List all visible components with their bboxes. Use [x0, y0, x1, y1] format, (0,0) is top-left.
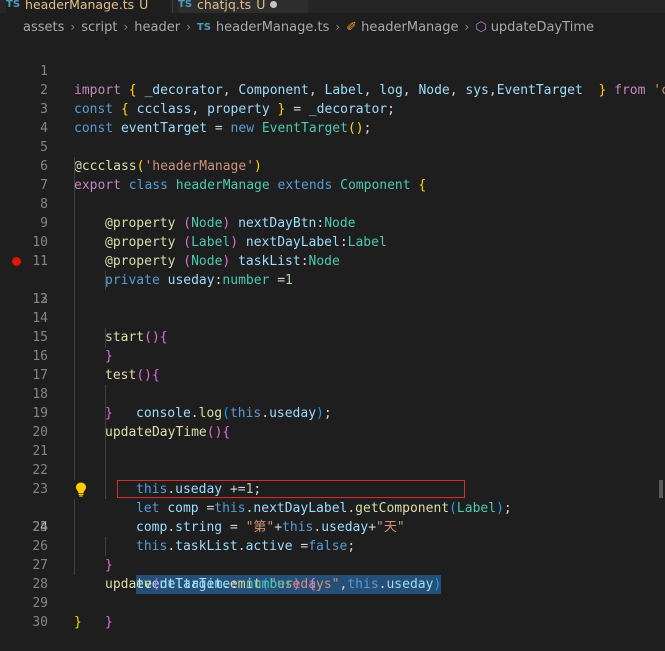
code-line[interactable]: 29 }: [0, 575, 665, 630]
indent-guide: [74, 366, 75, 385]
code-line[interactable]: 9 @property (Node) taskList:Node: [0, 195, 665, 269]
code-line[interactable]: 23 this.taskList.active =false;: [0, 461, 665, 554]
code-line[interactable]: 26 update(deltaTime: number) {: [0, 518, 665, 592]
indent-guide: [74, 290, 75, 309]
indent-guide: [105, 328, 106, 347]
breadcrumb-item-script[interactable]: script: [81, 20, 117, 35]
editor-tab-bar: TS headerManage.ts U TS chatjq.ts U: [0, 0, 665, 13]
chevron-right-icon: ›: [70, 20, 76, 34]
code-line[interactable]: 7 @property (Node) nextDayBtn:Node: [0, 157, 665, 231]
code-line[interactable]: 21 let comp =this.nextDayLabel.getCompon…: [0, 423, 665, 516]
chevron-right-icon: ›: [335, 20, 341, 34]
breakpoint-icon[interactable]: [12, 257, 21, 266]
indent-guide: [74, 252, 75, 271]
method-icon: ⬡: [475, 19, 487, 35]
code-line[interactable]: 1 import { _decorator, Component, Label,…: [0, 43, 665, 98]
indent-guide: [105, 480, 106, 499]
breadcrumb: assets › script › header › TS headerMana…: [0, 13, 665, 41]
unsaved-dot-icon[interactable]: [270, 0, 278, 8]
indent-guide: [74, 423, 75, 442]
code-text[interactable]: }: [105, 613, 113, 632]
breadcrumb-item-header[interactable]: header: [134, 20, 180, 35]
indent-guide: [74, 442, 75, 461]
code-line[interactable]: 8 @property (Label) nextDayLabel:Label: [0, 176, 665, 250]
code-line[interactable]: 30: [0, 594, 665, 630]
indent-guide: [74, 176, 75, 195]
code-line[interactable]: 11: [0, 233, 665, 269]
indent-guide: [74, 556, 75, 575]
code-line[interactable]: 12 start(){: [0, 252, 665, 345]
class-icon: ✐: [346, 19, 358, 35]
typescript-file-icon: TS: [196, 21, 211, 33]
typescript-file-icon: TS: [6, 0, 21, 10]
tab-chatjq[interactable]: TS chatjq.ts U: [178, 0, 308, 13]
code-line[interactable]: 25 }: [0, 499, 665, 573]
indent-guide: [74, 499, 75, 518]
tab-headermanage[interactable]: TS headerManage.ts U: [6, 0, 170, 13]
indent-guide: [74, 309, 75, 328]
indent-guide: [74, 385, 75, 404]
code-line[interactable]: 3 const eventTarget = new EventTarget();: [0, 81, 665, 136]
indent-guide: [74, 271, 75, 290]
code-line[interactable]: 17 }: [0, 347, 665, 421]
code-line[interactable]: 10 private useday:number =1: [0, 214, 665, 288]
indent-guide: [74, 214, 75, 233]
line-number: 30: [32, 615, 48, 630]
brace: }: [105, 615, 113, 630]
breadcrumb-item-assets[interactable]: assets: [23, 20, 64, 35]
indent-guide: [105, 271, 106, 290]
tab-git-status: U: [139, 0, 149, 12]
indent-guide: [74, 157, 75, 176]
brace: }: [74, 615, 82, 630]
indent-guide: [74, 328, 75, 347]
indent-guide: [105, 385, 106, 404]
code-line[interactable]: 4: [0, 100, 665, 136]
chevron-right-icon: ›: [464, 20, 470, 34]
tab-label: chatjq.ts: [197, 0, 252, 12]
tab-separator: [172, 0, 173, 13]
code-line[interactable]: 15 test(){: [0, 309, 665, 383]
indent-guide: [74, 461, 75, 480]
indent-guide: [74, 233, 75, 252]
code-line[interactable]: 27: [0, 537, 665, 573]
code-text[interactable]: }: [74, 613, 82, 632]
indent-guide: [74, 537, 75, 556]
indent-guide: [105, 537, 106, 556]
indent-guide: [74, 347, 75, 366]
chevron-right-icon: ›: [186, 20, 191, 34]
lightbulb-icon[interactable]: [75, 482, 87, 497]
code-line[interactable]: 20 this.useday +=1;: [0, 404, 665, 497]
breadcrumb-item-class[interactable]: headerManage: [361, 20, 458, 35]
tab-git-status: U: [256, 0, 266, 12]
indent-guide: [105, 461, 106, 480]
breadcrumb-item-method[interactable]: updateDayTime: [491, 20, 594, 35]
code-line[interactable]: 6 export class headerManage extends Comp…: [0, 138, 665, 193]
tab-label: headerManage.ts: [25, 0, 135, 12]
code-line-active[interactable]: 24 eventTarget.emit("usedays",this.useda…: [0, 480, 665, 594]
code-line[interactable]: 16 console.log(this.useday);: [0, 328, 665, 421]
code-line[interactable]: 28 }: [0, 556, 665, 630]
code-line[interactable]: 22 comp.string = "第"+this.useday+"天": [0, 442, 665, 535]
scrollbar-marker: [659, 480, 663, 498]
code-line[interactable]: 5 @ccclass('headerManage'): [0, 119, 665, 174]
indent-guide: [105, 442, 106, 461]
highlight-box: [117, 480, 465, 498]
chevron-right-icon: ›: [123, 20, 129, 34]
indent-guide: [105, 423, 106, 442]
indent-guide: [105, 404, 106, 423]
code-line[interactable]: 2 const { ccclass, property } = _decorat…: [0, 62, 665, 117]
code-line[interactable]: 18 updateDayTime(){: [0, 366, 665, 440]
code-line[interactable]: 13: [0, 271, 665, 307]
code-line[interactable]: 14 }: [0, 290, 665, 364]
breadcrumb-item-file[interactable]: headerManage.ts: [216, 20, 329, 35]
indent-guide: [74, 404, 75, 423]
indent-guide: [74, 195, 75, 214]
code-line[interactable]: 19: [0, 385, 665, 421]
indent-guide: [74, 518, 75, 537]
typescript-file-icon: TS: [178, 0, 193, 10]
code-editor[interactable]: 1 import { _decorator, Component, Label,…: [0, 41, 665, 630]
